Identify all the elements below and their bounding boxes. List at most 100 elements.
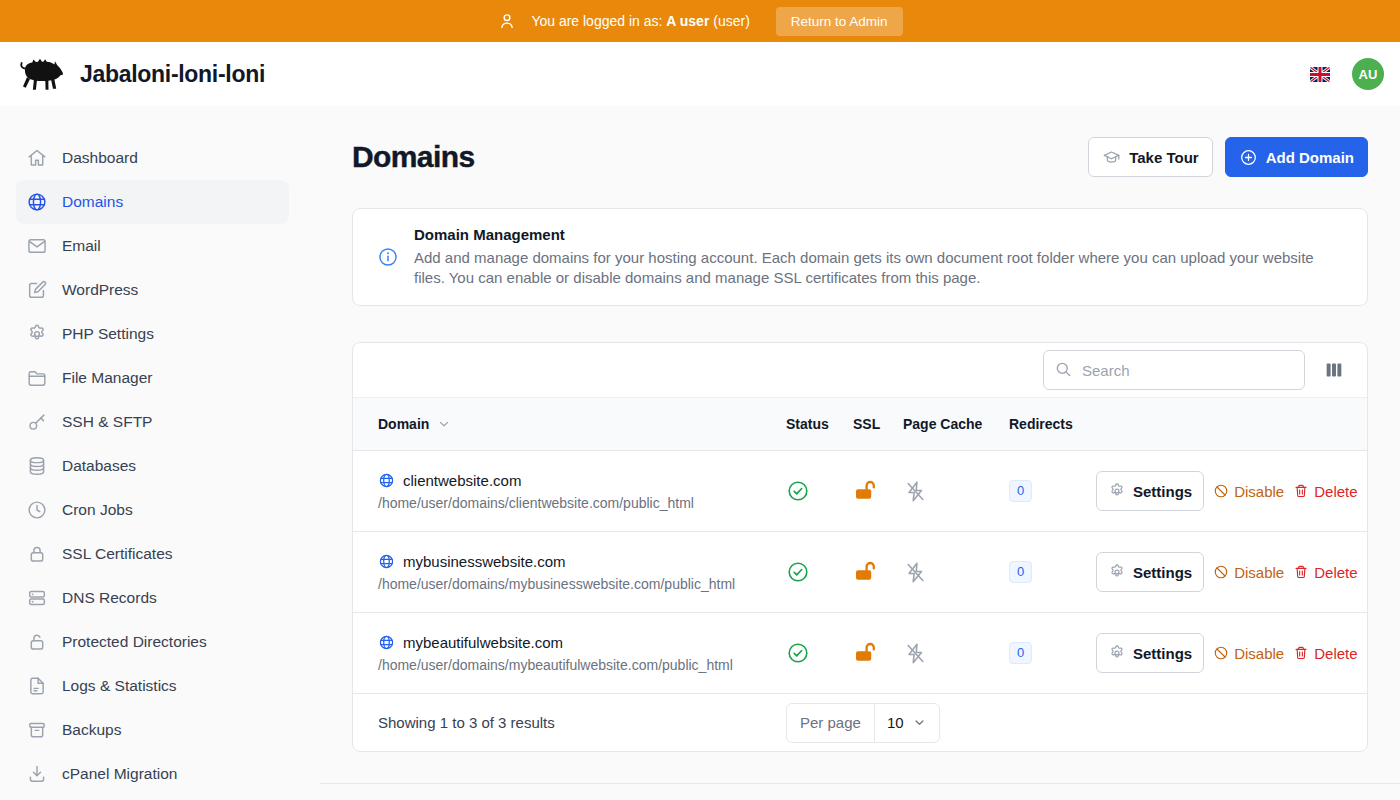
bottom-divider (320, 783, 1400, 784)
page-title: Domains (352, 140, 475, 174)
per-page-control: Per page 10 (786, 703, 940, 743)
redirects-count-badge[interactable]: 0 (1009, 480, 1032, 502)
settings-button[interactable]: Settings (1096, 552, 1204, 592)
gear-icon (1108, 644, 1126, 662)
disable-link[interactable]: Disable (1213, 483, 1284, 500)
sidebar-item-wordpress[interactable]: WordPress (16, 268, 289, 312)
delete-link[interactable]: Delete (1293, 564, 1357, 581)
sidebar-item-backups[interactable]: Backups (16, 708, 289, 752)
search-icon (1054, 360, 1073, 379)
boar-logo-icon (16, 54, 68, 94)
server-icon (26, 587, 48, 609)
domain-path: /home/user/domains/mybusinesswebsite.com… (378, 576, 786, 592)
sidebar-item-ssl-certificates[interactable]: SSL Certificates (16, 532, 289, 576)
redirects-count-badge[interactable]: 0 (1009, 561, 1032, 583)
page-cache-off-icon[interactable] (903, 641, 928, 666)
sidebar-item-cpanel-migration[interactable]: cPanel Migration (16, 752, 289, 796)
ssl-unlocked-icon[interactable] (853, 479, 877, 503)
view-columns-icon[interactable] (1323, 359, 1345, 381)
domains-table-card: Domain Status SSL Page Cache Redirects c… (352, 342, 1368, 752)
sidebar-item-dns-records[interactable]: DNS Records (16, 576, 289, 620)
disable-link[interactable]: Disable (1213, 564, 1284, 581)
page-cache-off-icon[interactable] (903, 479, 928, 504)
brand[interactable]: Jabaloni-loni-loni (16, 54, 265, 94)
sidebar-item-logs-statistics[interactable]: Logs & Statistics (16, 664, 289, 708)
sidebar-item-ssh-sftp[interactable]: SSH & SFTP (16, 400, 289, 444)
ban-icon (1213, 645, 1229, 661)
sidebar-item-databases[interactable]: Databases (16, 444, 289, 488)
search-box (1043, 350, 1305, 390)
delete-link[interactable]: Delete (1293, 645, 1357, 662)
status-active-icon (786, 560, 810, 584)
ban-icon (1213, 564, 1229, 580)
disable-link[interactable]: Disable (1213, 645, 1284, 662)
plus-circle-icon (1239, 148, 1258, 167)
clock-icon (26, 499, 48, 521)
column-header-status: Status (786, 416, 853, 432)
sidebar-item-php-settings[interactable]: PHP Settings (16, 312, 289, 356)
return-to-admin-button[interactable]: Return to Admin (776, 7, 903, 36)
globe-icon (26, 191, 48, 213)
sort-chevron-icon (436, 416, 452, 432)
table-row: mybeautifulwebsite.com /home/user/domain… (353, 613, 1367, 694)
take-tour-button[interactable]: Take Tour (1088, 137, 1212, 177)
page-cache-off-icon[interactable] (903, 560, 928, 585)
pencil-square-icon (26, 279, 48, 301)
column-header-redirects: Redirects (1009, 416, 1091, 432)
info-card-title: Domain Management (414, 226, 1324, 243)
sidebar-item-protected-directories[interactable]: Protected Directories (16, 620, 289, 664)
column-header-domain[interactable]: Domain (378, 416, 786, 432)
banner-message: You are logged in as: A user (user) (531, 13, 749, 29)
lock-open-icon (26, 631, 48, 653)
sidebar: Dashboard Domains Email WordPress PHP Se… (0, 106, 320, 800)
domain-name[interactable]: clientwebsite.com (378, 472, 786, 489)
envelope-icon (26, 235, 48, 257)
download-icon (26, 763, 48, 785)
chevron-down-icon (912, 715, 927, 730)
domain-name[interactable]: mybeautifulwebsite.com (378, 634, 786, 651)
brand-title: Jabaloni-loni-loni (80, 61, 265, 88)
results-summary: Showing 1 to 3 of 3 results (378, 714, 555, 731)
database-icon (26, 455, 48, 477)
column-header-page-cache: Page Cache (903, 416, 1009, 432)
table-row: clientwebsite.com /home/user/domains/cli… (353, 451, 1367, 532)
user-avatar[interactable]: AU (1352, 58, 1384, 90)
globe-icon (378, 472, 395, 489)
search-input[interactable] (1043, 350, 1305, 390)
table-header-row: Domain Status SSL Page Cache Redirects (353, 397, 1367, 451)
ban-icon (1213, 483, 1229, 499)
main-content: Domains Take Tour Add Domain Domain Mana… (320, 106, 1400, 784)
status-active-icon (786, 479, 810, 503)
sidebar-item-cron-jobs[interactable]: Cron Jobs (16, 488, 289, 532)
redirects-count-badge[interactable]: 0 (1009, 642, 1032, 664)
gear-icon (1108, 563, 1126, 581)
info-card: Domain Management Add and manage domains… (352, 208, 1368, 306)
trash-icon (1293, 483, 1309, 499)
home-icon (26, 147, 48, 169)
app-header: Jabaloni-loni-loni AU (0, 42, 1400, 106)
globe-icon (378, 553, 395, 570)
per-page-select[interactable]: 10 (875, 704, 939, 742)
sidebar-item-dashboard[interactable]: Dashboard (16, 136, 289, 180)
sidebar-item-file-manager[interactable]: File Manager (16, 356, 289, 400)
user-icon (497, 11, 517, 31)
delete-link[interactable]: Delete (1293, 483, 1357, 500)
info-icon (377, 246, 399, 268)
status-active-icon (786, 641, 810, 665)
table-row: mybusinesswebsite.com /home/user/domains… (353, 532, 1367, 613)
language-flag-icon[interactable] (1310, 67, 1330, 82)
settings-button[interactable]: Settings (1096, 633, 1204, 673)
table-footer: Showing 1 to 3 of 3 results Per page 10 (353, 694, 1367, 751)
ssl-unlocked-icon[interactable] (853, 641, 877, 665)
globe-icon (378, 634, 395, 651)
column-header-ssl: SSL (853, 416, 903, 432)
sidebar-item-domains[interactable]: Domains (16, 180, 289, 224)
archive-box-icon (26, 719, 48, 741)
domain-name[interactable]: mybusinesswebsite.com (378, 553, 786, 570)
ssl-unlocked-icon[interactable] (853, 560, 877, 584)
sidebar-item-email[interactable]: Email (16, 224, 289, 268)
add-domain-button[interactable]: Add Domain (1225, 137, 1368, 177)
graduation-cap-icon (1102, 148, 1121, 167)
settings-button[interactable]: Settings (1096, 471, 1204, 511)
document-icon (26, 675, 48, 697)
